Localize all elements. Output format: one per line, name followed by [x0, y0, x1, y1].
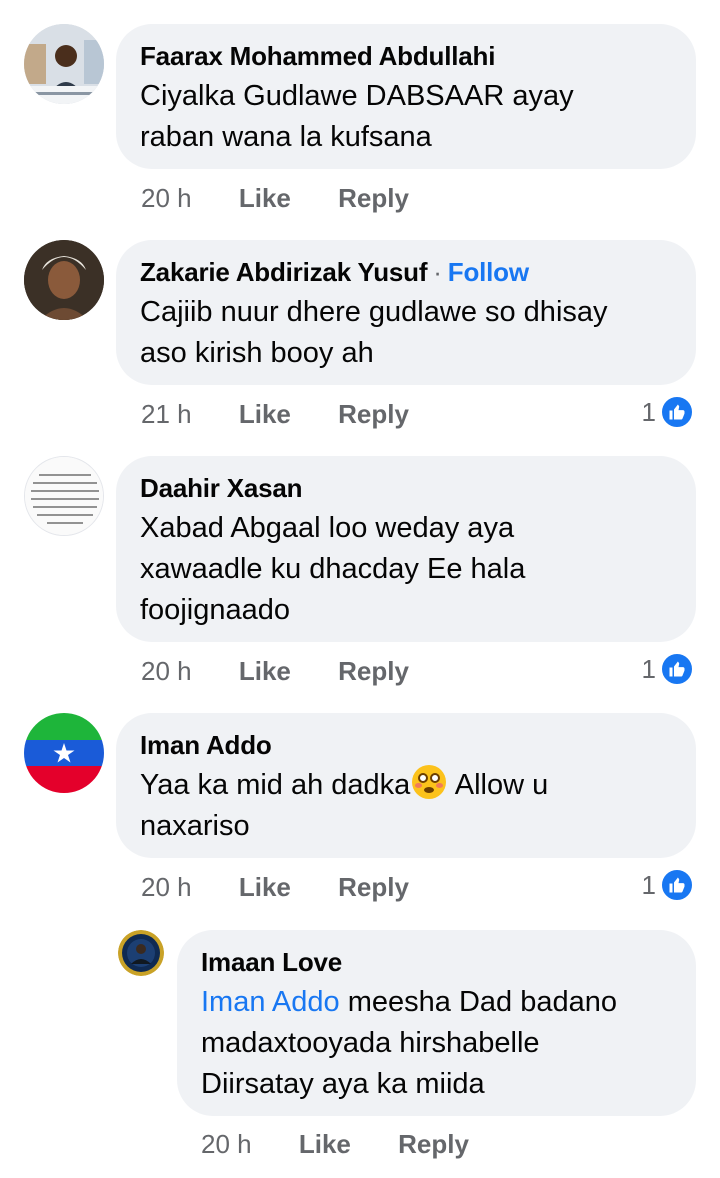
comment-line: Allow u: [448, 769, 549, 801]
like-button[interactable]: Like: [239, 870, 291, 904]
author-name[interactable]: Daahir Xasan: [140, 472, 672, 504]
author-name[interactable]: Imaan Love: [201, 946, 672, 978]
comment-text: Iman Addo meesha Dad badano madaxtooyada…: [201, 982, 672, 1105]
timestamp[interactable]: 20 h: [141, 654, 192, 688]
mention-link[interactable]: Iman Addo: [201, 986, 340, 1018]
reaction-count[interactable]: 1: [642, 652, 694, 686]
comment-bubble: Daahir Xasan Xabad Abgaal loo weday aya …: [116, 456, 696, 642]
reaction-count[interactable]: 1: [642, 868, 694, 902]
follow-button[interactable]: Follow: [448, 257, 529, 287]
comment-line: meesha Dad badano: [339, 986, 617, 1018]
avatar[interactable]: [24, 713, 104, 793]
flushed-face-emoji: [412, 765, 447, 799]
comment-bubble: Iman Addo Yaa ka mid ah dadka Allow u na…: [116, 713, 696, 858]
comment-text: Ciyalka Gudlawe DABSAAR ayay raban wana …: [140, 76, 672, 158]
author-name[interactable]: Zakarie Abdirizak Yusuf: [140, 257, 427, 287]
comment-text: Cajiib nuur dhere gudlawe so dhisay aso …: [140, 292, 672, 374]
comment-text: Xabad Abgaal loo weday aya xawaadle ku d…: [140, 508, 672, 631]
comment-line: raban wana la kufsana: [140, 121, 432, 153]
timestamp[interactable]: 20 h: [141, 181, 192, 215]
comment-actions: 20 h Like Reply: [201, 1127, 469, 1161]
author-line: Zakarie Abdirizak Yusuf · Follow: [140, 256, 672, 288]
comment-line: Diirsatay aya ka miida: [201, 1068, 485, 1100]
comment-text: Yaa ka mid ah dadka Allow u naxariso: [140, 765, 672, 847]
comment-line: xawaadle ku dhacday Ee hala: [140, 553, 526, 585]
comment-bubble: Faarax Mohammed Abdullahi Ciyalka Gudlaw…: [116, 24, 696, 169]
avatar[interactable]: [24, 240, 104, 320]
reaction-number: 1: [641, 653, 656, 684]
comment-line: Cajiib nuur dhere gudlawe so dhisay: [140, 296, 608, 328]
avatar[interactable]: [24, 24, 104, 104]
timestamp[interactable]: 20 h: [201, 1127, 252, 1161]
timestamp[interactable]: 21 h: [141, 397, 192, 431]
reply-button[interactable]: Reply: [398, 1127, 469, 1161]
like-button[interactable]: Like: [299, 1127, 351, 1161]
like-button[interactable]: Like: [239, 397, 291, 431]
comment-actions: 21 h Like Reply: [141, 397, 409, 431]
separator-dot: ·: [433, 257, 442, 287]
comment-line: Yaa ka mid ah dadka: [140, 769, 411, 801]
comment-line: madaxtooyada hirshabelle: [201, 1027, 540, 1059]
avatar[interactable]: [24, 456, 104, 536]
thumbs-up-icon: [660, 395, 694, 429]
like-button[interactable]: Like: [239, 654, 291, 688]
reaction-count[interactable]: 1: [642, 395, 694, 429]
comment-line: naxariso: [140, 810, 250, 842]
avatar[interactable]: [118, 930, 164, 976]
comment-actions: 20 h Like Reply: [141, 654, 409, 688]
thumbs-up-icon: [660, 652, 694, 686]
comment-bubble: Imaan Love Iman Addo meesha Dad badano m…: [177, 930, 696, 1116]
author-name[interactable]: Iman Addo: [140, 729, 672, 761]
reply-button[interactable]: Reply: [338, 870, 409, 904]
like-button[interactable]: Like: [239, 181, 291, 215]
reply-button[interactable]: Reply: [338, 654, 409, 688]
reaction-number: 1: [641, 869, 656, 900]
author-name[interactable]: Faarax Mohammed Abdullahi: [140, 40, 672, 72]
reply-button[interactable]: Reply: [338, 397, 409, 431]
comment-line: Ciyalka Gudlawe DABSAAR ayay: [140, 80, 574, 112]
comment-line: foojignaado: [140, 594, 290, 626]
comment-line: aso kirish booy ah: [140, 337, 374, 369]
timestamp[interactable]: 20 h: [141, 870, 192, 904]
comment-line: Xabad Abgaal loo weday aya: [140, 512, 515, 544]
comment-bubble: Zakarie Abdirizak Yusuf · Follow Cajiib nu…: [116, 240, 696, 385]
thumbs-up-icon: [660, 868, 694, 902]
comment-actions: 20 h Like Reply: [141, 870, 409, 904]
reaction-number: 1: [641, 396, 656, 427]
comment-actions: 20 h Like Reply: [141, 181, 409, 215]
reply-button[interactable]: Reply: [338, 181, 409, 215]
